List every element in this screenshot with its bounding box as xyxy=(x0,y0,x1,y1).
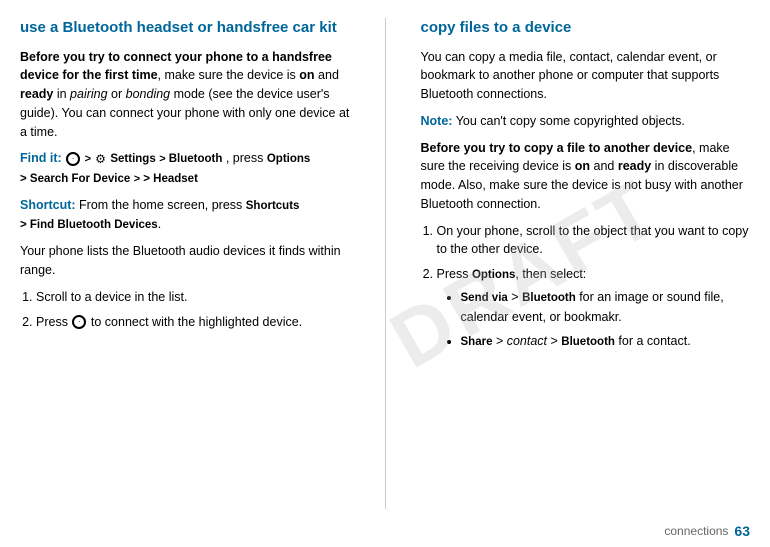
findit-headset: > Headset xyxy=(143,173,198,185)
center-dot-icon: · xyxy=(66,152,80,166)
footer-text: connections xyxy=(664,524,728,538)
left-title: use a Bluetooth headset or handsfree car… xyxy=(20,18,350,38)
left-para2: Your phone lists the Bluetooth audio dev… xyxy=(20,242,350,280)
left-step1: Scroll to a device in the list. xyxy=(36,288,350,307)
settings-icon: ⚙ xyxy=(95,150,106,168)
left-findit: Find it: · > ⚙ Settings > Bluetooth , pr… xyxy=(20,149,350,188)
right-note: Note: You can't copy some copyrighted ob… xyxy=(421,112,751,131)
right-step1: On your phone, scroll to the object that… xyxy=(437,222,751,260)
left-step2: Press · to connect with the highlighted … xyxy=(36,313,350,332)
column-divider xyxy=(385,18,386,509)
right-bullet2: Share > contact > Bluetooth for a contac… xyxy=(461,332,751,351)
right-para1: You can copy a media file, contact, cale… xyxy=(421,48,751,104)
center-dot2-icon: · xyxy=(72,315,86,329)
right-bullets: Send via > Bluetooth for an image or sou… xyxy=(437,288,751,351)
footer-page: 63 xyxy=(734,523,750,539)
content-area: use a Bluetooth headset or handsfree car… xyxy=(0,0,770,519)
right-column: copy files to a device You can copy a me… xyxy=(421,18,751,509)
right-steps: On your phone, scroll to the object that… xyxy=(421,222,751,352)
right-step2: Press Options, then select: Send via > B… xyxy=(437,265,751,352)
left-steps: Scroll to a device in the list. Press · … xyxy=(20,288,350,332)
left-para1: Before you try to connect your phone to … xyxy=(20,48,350,142)
page: DRAFT use a Bluetooth headset or handsfr… xyxy=(0,0,770,547)
right-para2: Before you try to copy a file to another… xyxy=(421,139,751,214)
left-shortcut: Shortcut: From the home screen, press Sh… xyxy=(20,196,350,235)
left-column: use a Bluetooth headset or handsfree car… xyxy=(20,18,350,509)
right-bullet1: Send via > Bluetooth for an image or sou… xyxy=(461,288,751,326)
footer: connections 63 xyxy=(0,519,770,547)
right-title: copy files to a device xyxy=(421,18,751,38)
